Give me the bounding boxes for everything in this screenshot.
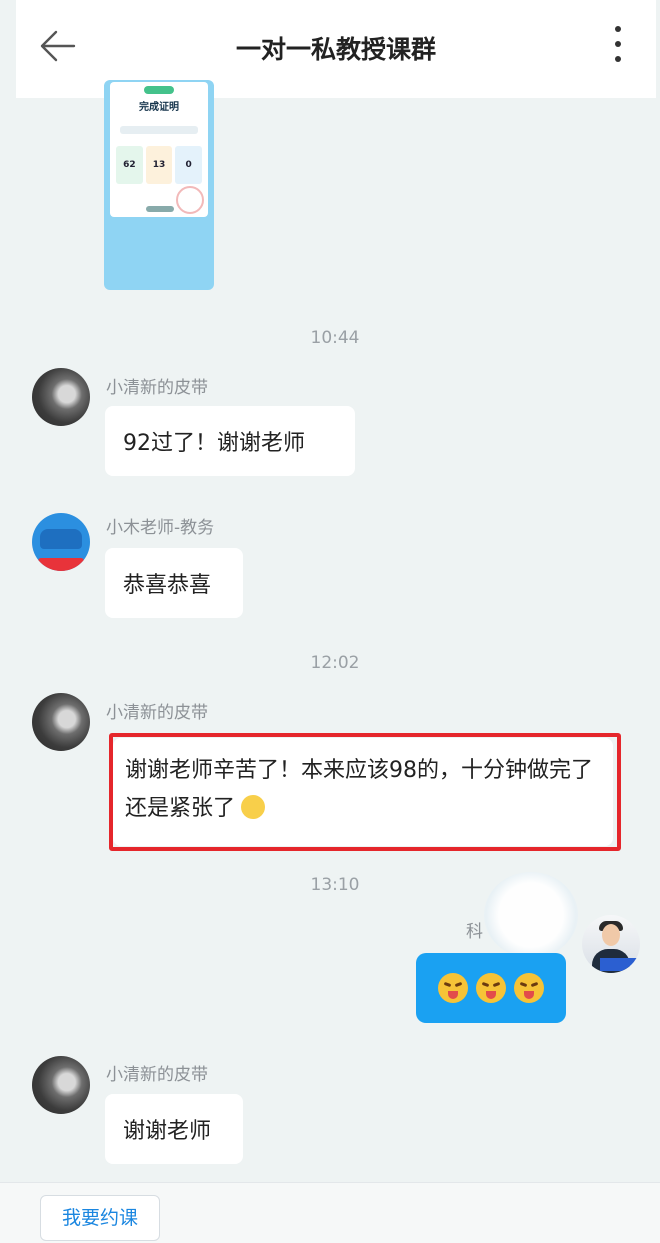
stamp-seal (176, 186, 204, 214)
avatar[interactable] (32, 693, 90, 751)
message-bubble[interactable]: 谢谢老师 (105, 1094, 243, 1164)
stat-value: 62 (116, 146, 143, 184)
message-bubble[interactable]: 92过了！谢谢老师 (105, 406, 355, 476)
highlight-box (109, 733, 621, 851)
certificate-heading: 完成证明 (139, 102, 179, 113)
certificate-stats: 62 13 0 (116, 146, 203, 184)
timestamp: 10:44 (310, 328, 360, 348)
tongue-out-emoji-icon (476, 973, 506, 1003)
more-options-icon[interactable] (610, 26, 626, 68)
message-bubble[interactable]: 恭喜恭喜 (105, 548, 243, 618)
sender-name: 小清新的皮带 (106, 378, 208, 398)
sender-name: 小木老师-教务 (106, 518, 215, 538)
shared-image[interactable]: 完成证明 62 13 0 (104, 80, 214, 290)
car-icon (40, 529, 82, 549)
sender-name: 科 (466, 922, 483, 942)
emoji-message-bubble[interactable] (416, 953, 566, 1023)
sender-name: 小清新的皮带 (106, 1065, 208, 1085)
tongue-out-emoji-icon (514, 973, 544, 1003)
avatar[interactable] (32, 513, 90, 571)
certificate-preview: 完成证明 62 13 0 (110, 82, 208, 217)
stat-value: 13 (145, 146, 173, 184)
avatar[interactable] (32, 1056, 90, 1114)
stat-value: 0 (175, 146, 203, 184)
book-lesson-button[interactable]: 我要约课 (40, 1195, 160, 1241)
bottom-bar: 我要约课 (0, 1182, 660, 1243)
blurred-area (484, 872, 578, 958)
page-title: 一对一私教授课群 (235, 35, 436, 64)
tongue-out-emoji-icon (438, 973, 468, 1003)
avatar[interactable] (582, 915, 640, 973)
avatar[interactable] (32, 368, 90, 426)
timestamp: 12:02 (310, 653, 360, 673)
sender-name: 小清新的皮带 (106, 703, 208, 723)
